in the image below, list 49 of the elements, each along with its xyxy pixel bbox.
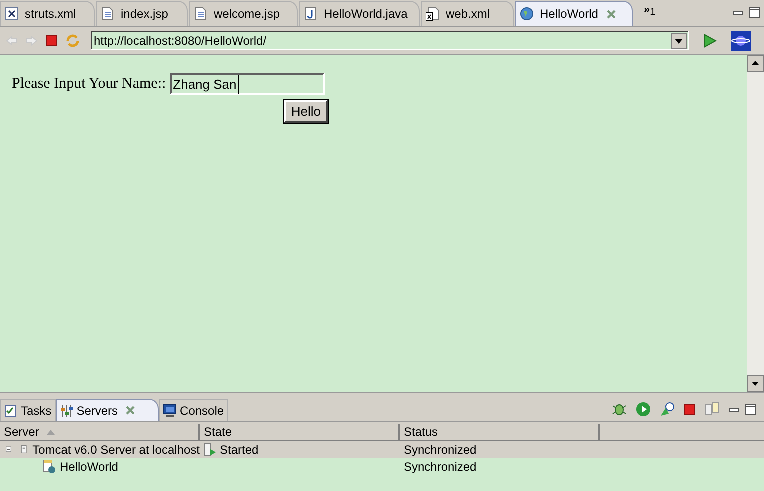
url-field[interactable]: http://localhost:8080/HelloWorld/ bbox=[91, 31, 689, 50]
task-list-icon bbox=[4, 404, 18, 418]
server-icon bbox=[21, 443, 28, 456]
editor-tab[interactable]: HelloWorld bbox=[515, 1, 633, 26]
scroll-up-button[interactable] bbox=[747, 55, 764, 72]
hello-button[interactable]: Hello bbox=[284, 100, 328, 122]
java-file-icon bbox=[304, 7, 318, 21]
table-cell-text: Synchronized bbox=[403, 458, 477, 476]
server-started-icon bbox=[204, 443, 217, 456]
maximize-icon[interactable] bbox=[749, 7, 760, 18]
globe-icon bbox=[520, 7, 534, 21]
xml-file-icon bbox=[426, 7, 440, 21]
overflow-tabs-button[interactable]: »1 bbox=[644, 5, 656, 18]
close-icon[interactable] bbox=[125, 405, 136, 416]
planet-icon[interactable] bbox=[731, 30, 751, 50]
editor-tab[interactable]: web.xml bbox=[421, 1, 514, 26]
table-cell-text: Synchronized bbox=[403, 442, 477, 458]
go-icon[interactable] bbox=[703, 34, 717, 48]
file-icon bbox=[101, 7, 115, 21]
xml-file-icon bbox=[5, 7, 19, 21]
file-icon bbox=[194, 7, 208, 21]
editor-tab[interactable]: index.jsp bbox=[96, 1, 188, 26]
table-cell-text: Started bbox=[220, 442, 259, 458]
web-module-icon bbox=[43, 460, 56, 474]
vertical-scrollbar[interactable] bbox=[747, 55, 764, 392]
sort-arrow-icon bbox=[47, 430, 56, 434]
panel-tab[interactable]: Tasks bbox=[0, 399, 56, 421]
play-icon[interactable] bbox=[636, 402, 651, 417]
panel-tab[interactable]: Console bbox=[159, 399, 228, 421]
editor-tab[interactable]: HelloWorld.java bbox=[299, 1, 420, 26]
bug-icon[interactable] bbox=[612, 402, 627, 417]
name-input[interactable]: Zhang San bbox=[170, 73, 326, 96]
panel-tab[interactable]: Servers bbox=[56, 399, 160, 421]
module-row[interactable]: HelloWorld Synchronized bbox=[0, 458, 764, 475]
server-row[interactable]: Tomcat v6.0 Server at localhost Started Synchronized bbox=[0, 441, 764, 458]
stop-icon[interactable] bbox=[46, 34, 58, 46]
editor-tab[interactable]: struts.xml bbox=[0, 1, 95, 26]
monitor-icon bbox=[163, 404, 178, 418]
editor-tab[interactable]: welcome.jsp bbox=[189, 1, 298, 26]
profile-icon[interactable] bbox=[660, 402, 675, 417]
close-icon[interactable] bbox=[606, 8, 618, 20]
stop-icon[interactable] bbox=[684, 404, 696, 416]
maximize-icon[interactable] bbox=[745, 404, 756, 415]
name-label: Please Input Your Name:: bbox=[12, 75, 166, 94]
table-cell-text: Tomcat v6.0 Server at localhost bbox=[32, 442, 200, 458]
table-cell-text: HelloWorld bbox=[60, 458, 118, 476]
collapse-icon[interactable] bbox=[6, 445, 12, 454]
scroll-down-button[interactable] bbox=[747, 375, 764, 392]
servers-icon bbox=[60, 404, 74, 418]
